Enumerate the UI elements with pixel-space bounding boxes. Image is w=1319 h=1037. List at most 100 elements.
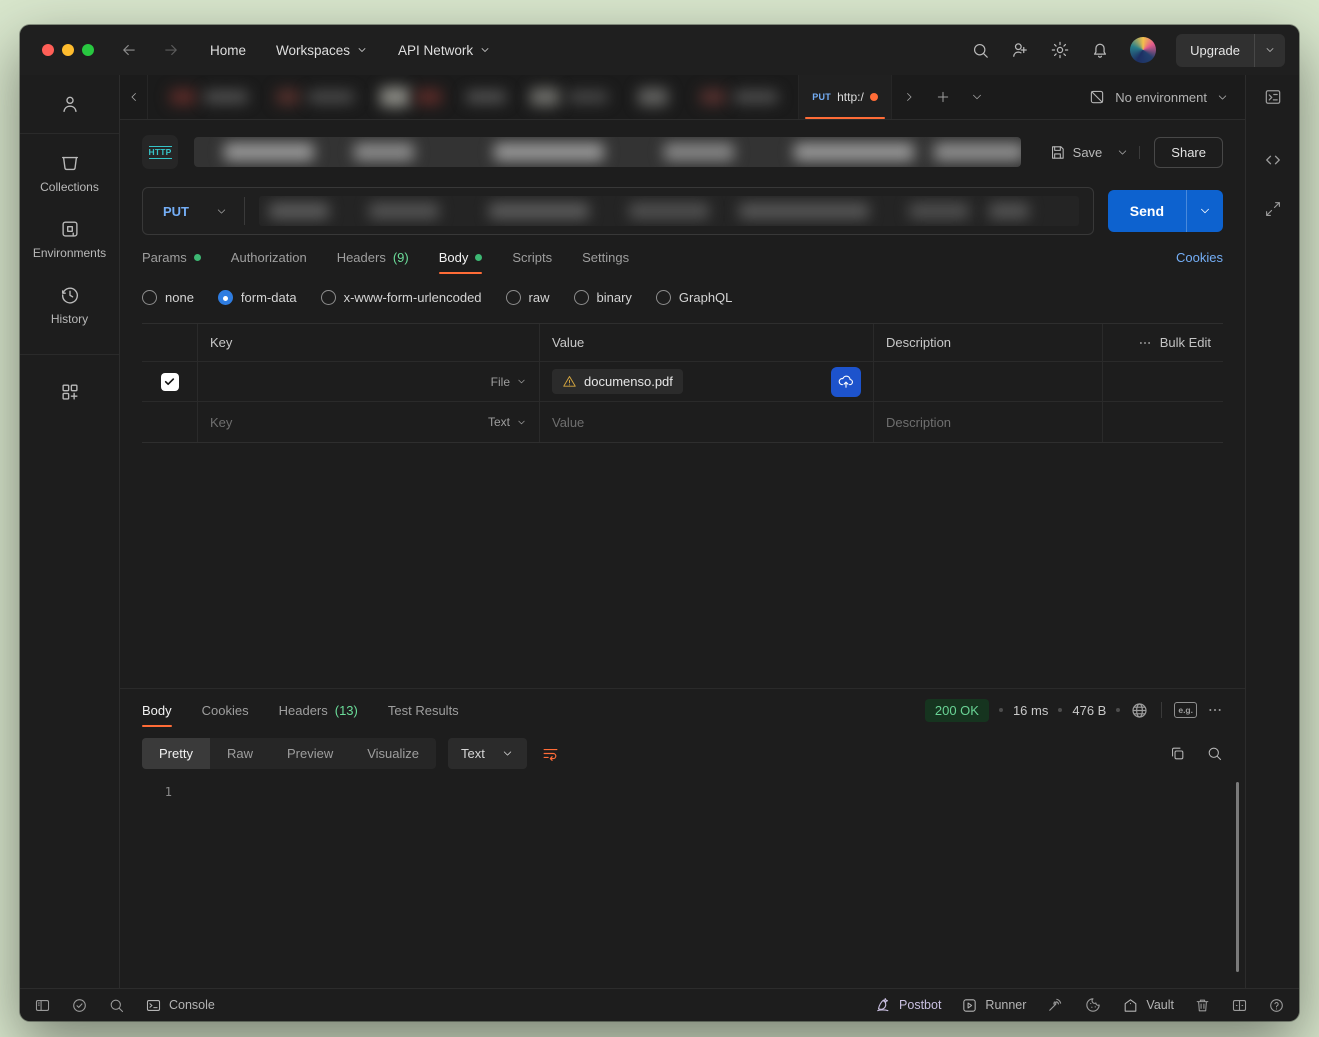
view-visualize[interactable]: Visualize [350,738,436,769]
response-tab-cookies[interactable]: Cookies [202,689,249,731]
value-type-dropdown[interactable]: Text [488,415,527,429]
file-chip[interactable]: documenso.pdf [552,369,683,394]
invite-user-icon[interactable] [1010,40,1030,60]
radio-x-www-form-urlencoded[interactable]: x-www-form-urlencoded [321,290,482,305]
active-request-tab[interactable]: PUT http:/ [798,75,892,119]
radio-raw[interactable]: raw [506,290,550,305]
response-tab-headers[interactable]: Headers(13) [279,689,358,731]
redacted-request-name[interactable] [194,137,1021,167]
trash-icon[interactable] [1194,997,1211,1014]
sidebar-item-environments[interactable]: Environments [20,206,119,272]
more-dots-icon[interactable] [1207,702,1223,718]
notifications-bell-icon[interactable] [1090,40,1110,60]
response-tab-test-results[interactable]: Test Results [388,689,459,731]
radio-graphql[interactable]: GraphQL [656,290,732,305]
view-raw[interactable]: Raw [210,738,270,769]
nav-api-network[interactable]: API Network [398,43,491,58]
chevron-down-icon [1264,44,1276,56]
sidebar-item-account[interactable] [20,87,119,127]
scroll-tabs-right-button[interactable] [892,75,926,119]
tab-authorization[interactable]: Authorization [231,236,307,278]
upload-file-button[interactable] [831,367,861,397]
copy-icon[interactable] [1169,745,1186,762]
table-placeholder-row: Key Text Value Description [142,402,1223,442]
console-button[interactable]: Console [145,997,215,1014]
row-checkbox[interactable] [161,373,179,391]
response-time[interactable]: 16 ms [1013,703,1048,718]
sidebar-item-history[interactable]: History [20,272,119,338]
close-window-button[interactable] [42,44,54,56]
tab-method-label: PUT [812,92,831,102]
search-icon[interactable] [971,41,990,60]
environment-selector[interactable]: No environment [1072,75,1245,119]
scroll-tabs-left-button[interactable] [120,75,148,119]
format-dropdown[interactable]: Text [448,738,527,769]
capture-requests-icon[interactable] [1046,996,1064,1014]
send-options-button[interactable] [1186,190,1223,232]
postbot-button[interactable]: Postbot [874,996,941,1014]
cookies-link[interactable]: Cookies [1176,250,1223,265]
runner-button[interactable]: Runner [961,997,1026,1014]
description-input[interactable]: Description [874,402,1103,442]
view-preview[interactable]: Preview [270,738,350,769]
nav-home[interactable]: Home [210,43,246,58]
value-cell[interactable]: documenso.pdf [540,362,874,401]
method-dropdown[interactable]: PUT [143,204,244,219]
save-button[interactable]: Save [1037,144,1115,161]
save-options-button[interactable] [1114,146,1140,159]
cookies-icon[interactable] [1084,996,1102,1014]
bulk-edit-button[interactable]: Bulk Edit [1103,324,1223,361]
find-icon[interactable] [108,997,125,1014]
sidebar-toggle-icon[interactable] [34,997,51,1014]
redacted-request-tabs[interactable] [148,75,798,119]
divider [1161,702,1162,718]
value-input[interactable]: Value [540,402,874,442]
environment-quicklook-icon[interactable] [1263,87,1283,107]
vault-button[interactable]: Vault [1122,997,1174,1014]
description-cell[interactable] [874,362,1103,401]
tab-body[interactable]: Body [439,236,483,278]
help-icon[interactable] [1268,997,1285,1014]
tab-scripts[interactable]: Scripts [512,236,552,278]
settings-gear-icon[interactable] [1050,40,1070,60]
split-panel-icon[interactable] [1231,997,1248,1014]
globe-icon[interactable] [1130,701,1149,720]
response-body-editor[interactable]: 1 [120,777,1245,988]
save-as-example-button[interactable]: e.g. [1174,702,1197,718]
nav-workspaces[interactable]: Workspaces [276,43,368,58]
tab-settings[interactable]: Settings [582,236,629,278]
minimize-window-button[interactable] [62,44,74,56]
tab-headers[interactable]: Headers(9) [337,236,409,278]
share-button[interactable]: Share [1154,137,1223,168]
radio-binary[interactable]: binary [574,290,632,305]
value-type-dropdown[interactable]: File [491,375,527,389]
key-cell[interactable]: File [198,362,540,401]
status-badge[interactable]: 200 OK [925,699,989,722]
open-tabs-menu-button[interactable] [960,75,994,119]
status-check-icon[interactable] [71,997,88,1014]
wrap-text-icon[interactable] [541,744,560,763]
code-snippet-icon[interactable] [1263,150,1283,170]
search-response-icon[interactable] [1206,745,1223,762]
forward-arrow-icon[interactable] [162,41,180,59]
key-input[interactable]: Key Text [198,402,540,442]
zoom-window-button[interactable] [82,44,94,56]
radio-form-data[interactable]: form-data [218,290,297,305]
view-pretty[interactable]: Pretty [142,738,210,769]
scrollbar-thumb[interactable] [1236,782,1239,972]
redacted-url[interactable] [259,196,1079,226]
url-input[interactable]: PUT [142,187,1094,235]
radio-none[interactable]: none [142,290,194,305]
params-active-dot [194,254,201,261]
maximize-request-icon[interactable] [1264,200,1282,218]
response-tab-body[interactable]: Body [142,689,172,731]
sidebar-item-collections[interactable]: Collections [20,140,119,206]
avatar[interactable] [1130,37,1156,63]
upgrade-button[interactable]: Upgrade [1176,34,1285,67]
response-size[interactable]: 476 B [1072,703,1106,718]
send-button[interactable]: Send [1108,190,1223,232]
back-arrow-icon[interactable] [120,41,138,59]
sidebar-item-create-new[interactable] [20,369,119,415]
new-tab-button[interactable] [926,75,960,119]
tab-params[interactable]: Params [142,236,201,278]
